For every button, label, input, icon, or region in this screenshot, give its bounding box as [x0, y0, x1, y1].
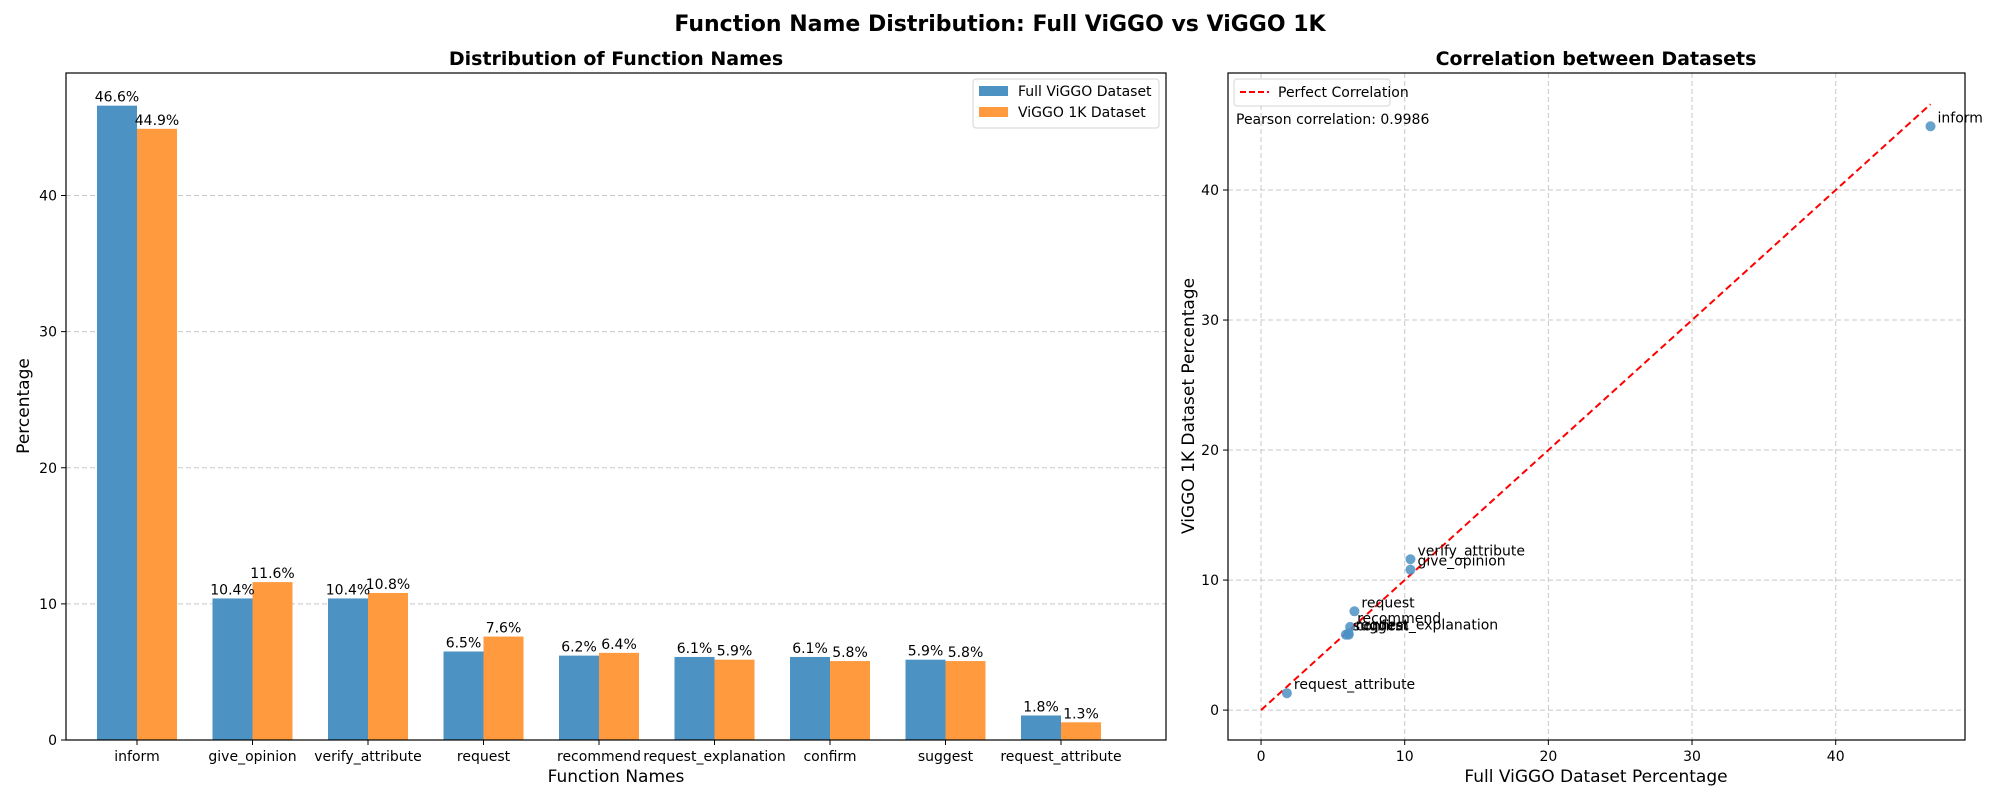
bar-data-label: 1.3%: [1063, 706, 1099, 722]
bar-viggo-1k: [368, 592, 408, 740]
bar-full-viggo: [790, 656, 830, 740]
scatter-point-label: verify_attribute: [1417, 543, 1525, 559]
bar-grid: [66, 195, 1166, 605]
bar-x-tick-label: verify_attribute: [314, 749, 422, 765]
bar-x-axis-label: Function Names: [548, 767, 685, 787]
scatter-y-tick-label: 20: [1201, 443, 1219, 459]
bar-viggo-1k: [137, 128, 177, 741]
bar-full-viggo: [97, 105, 137, 741]
scatter-x-tick-label: 0: [1257, 749, 1266, 765]
pearson-annotation: Pearson correlation: 0.9986: [1236, 112, 1429, 128]
scatter-point: [1281, 688, 1292, 699]
bar-data-label: 10.8%: [366, 577, 410, 593]
scatter-y-tick-label: 40: [1201, 183, 1219, 199]
scatter-point-label: suggest: [1353, 619, 1409, 635]
scatter-y-axis-label: ViGGO 1K Dataset Percentage: [1179, 278, 1199, 534]
bar-data-label: 46.6%: [95, 90, 139, 106]
bar-data-label: 1.8%: [1023, 699, 1059, 715]
figure-title: Function Name Distribution: Full ViGGO v…: [674, 12, 1326, 37]
scatter-point-labels: informgive_opinionverify_attributereques…: [1294, 110, 1983, 693]
scatter-point-label: request: [1361, 595, 1415, 611]
bar-data-label: 5.9%: [908, 644, 944, 660]
bar-legend: Full ViGGO Dataset ViGGO 1K Dataset: [972, 78, 1160, 129]
bar-y-tick-label: 10: [39, 597, 57, 613]
bar-x-tick-label: request_attribute: [1000, 749, 1121, 765]
bar-viggo-1k: [483, 636, 524, 740]
bar-y-tick-label: 20: [39, 461, 57, 477]
bar-full-viggo: [212, 598, 253, 740]
scatter-chart: Correlation between Datasets informgive_…: [1179, 48, 1983, 787]
bar-data-label: 6.5%: [446, 636, 482, 652]
scatter-point: [1340, 629, 1351, 640]
bar-y-axis-label: Percentage: [14, 358, 34, 454]
bar-x-tick-label: suggest: [918, 749, 974, 765]
legend-label-full: Full ViGGO Dataset: [1018, 84, 1152, 100]
bar-chart-title: Distribution of Function Names: [449, 48, 783, 70]
bar-x-tick-label: give_opinion: [208, 749, 296, 765]
bar-data-label: 5.8%: [832, 645, 868, 661]
bar-y-ticks: 0 10 20 30 40: [39, 189, 66, 749]
bar-data-label: 6.1%: [792, 641, 828, 657]
bar-x-tick-label: confirm: [803, 749, 856, 765]
bar-data-label: 6.2%: [561, 640, 597, 656]
bar-data-label: 10.4%: [210, 582, 254, 598]
scatter-point: [1405, 554, 1416, 565]
scatter-point: [1925, 121, 1936, 132]
bar-x-ticks: inform give_opinion verify_attribute reques…: [114, 740, 1122, 765]
bar-viggo-1k: [252, 582, 293, 740]
bar-x-tick-label: request: [457, 749, 511, 765]
bar-viggo-1k: [1061, 722, 1101, 740]
scatter-x-tick-label: 40: [1827, 749, 1845, 765]
bar-x-tick-label: request_explanation: [643, 749, 786, 765]
bar-viggo-1k: [830, 661, 870, 740]
legend-label-perfect: Perfect Correlation: [1278, 85, 1409, 101]
bar-x-tick-label: recommend: [557, 749, 641, 765]
figure: Function Name Distribution: Full ViGGO v…: [14, 12, 1983, 787]
scatter-x-tick-label: 20: [1539, 749, 1557, 765]
scatter-chart-title: Correlation between Datasets: [1436, 48, 1757, 70]
bar-data-label: 7.6%: [486, 621, 522, 637]
scatter-legend: Perfect Correlation: [1233, 78, 1409, 107]
bar-data-label: 44.9%: [135, 113, 179, 129]
bar-chart: Distribution of Function Names 46.6% 44.9…: [14, 48, 1167, 787]
bar-data-label: 11.6%: [250, 566, 294, 582]
scatter-y-tick-label: 10: [1201, 573, 1219, 589]
scatter-x-axis-label: Full ViGGO Dataset Percentage: [1464, 767, 1727, 787]
legend-swatch-full: [979, 86, 1008, 96]
bar-full-viggo: [443, 651, 484, 740]
bar-viggo-1k: [599, 652, 639, 740]
bar-full-viggo: [328, 598, 368, 740]
scatter-y-tick-label: 0: [1210, 703, 1219, 719]
bar-y-tick-label: 0: [48, 733, 57, 749]
scatter-y-ticks: 0 10 20 30 40: [1201, 183, 1228, 719]
scatter-x-ticks: 0 10 20 30 40: [1257, 740, 1845, 765]
bar-x-tick-label: inform: [114, 749, 159, 765]
legend-label-1k: ViGGO 1K Dataset: [1018, 105, 1146, 121]
bar-y-tick-label: 30: [39, 325, 57, 341]
scatter-point-label: inform: [1938, 110, 1983, 126]
bar-data-label: 10.4%: [326, 582, 370, 598]
scatter-y-tick-label: 30: [1201, 313, 1219, 329]
bar-viggo-1k: [714, 659, 755, 740]
bar-full-viggo: [559, 655, 599, 740]
bar-data-label: 5.9%: [717, 644, 753, 660]
bar-data-label: 5.8%: [948, 645, 984, 661]
bar-data-label: 6.1%: [677, 641, 713, 657]
bar-full-viggo: [905, 659, 946, 740]
bar-data-label: 6.4%: [601, 637, 637, 653]
bar-full-viggo: [1021, 715, 1061, 740]
bar-y-tick-label: 40: [39, 189, 57, 205]
bar-full-viggo: [674, 656, 715, 740]
scatter-point-label: request_attribute: [1294, 677, 1415, 693]
bar-viggo-1k: [945, 661, 986, 740]
scatter-x-tick-label: 10: [1396, 749, 1414, 765]
scatter-x-tick-label: 30: [1683, 749, 1701, 765]
legend-swatch-1k: [979, 107, 1008, 117]
scatter-point: [1405, 564, 1416, 575]
